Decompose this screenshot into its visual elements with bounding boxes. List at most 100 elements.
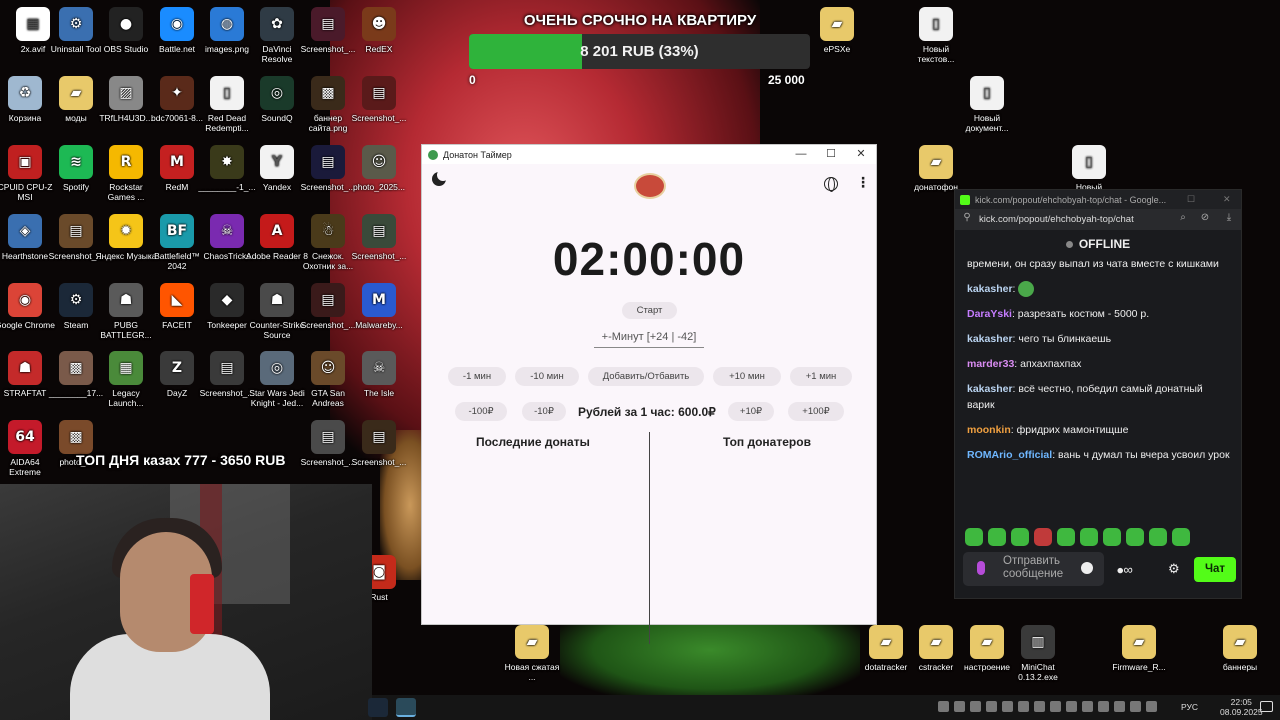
chat-username[interactable]: kakasher: [967, 383, 1013, 395]
more-menu-icon[interactable]: ⋮: [856, 176, 870, 190]
chat-settings-gear-icon[interactable]: ⚙: [1168, 561, 1180, 577]
tray-icon[interactable]: [954, 701, 965, 712]
minus-10-min-button[interactable]: -10 мин: [515, 367, 579, 386]
tray-icon[interactable]: [1018, 701, 1029, 712]
maximize-button[interactable]: ☐: [816, 145, 846, 164]
desktop-icon[interactable]: ▰ Firmware_R...: [1108, 625, 1170, 672]
chat-window-title: kick.com/popout/ehchobyah-top/chat - Goo…: [975, 194, 1167, 205]
tray-icon[interactable]: [1114, 701, 1125, 712]
tray-icon[interactable]: [1002, 701, 1013, 712]
chat-username[interactable]: kakasher: [967, 333, 1013, 345]
emoji-picker-icon[interactable]: [1081, 562, 1093, 574]
desktop-icon[interactable]: ▤ Screenshot_...: [348, 76, 410, 123]
desktop-icon[interactable]: ▤ Screenshot_...: [348, 214, 410, 261]
chat-send-button[interactable]: Чат: [1194, 557, 1236, 582]
notification-icon[interactable]: [1260, 701, 1273, 712]
webcam-microphone: [190, 574, 214, 634]
taskbar-steam-icon[interactable]: [368, 698, 388, 717]
chat-username[interactable]: DaraYski: [967, 308, 1012, 320]
language-indicator[interactable]: РУС: [1181, 702, 1198, 712]
taskbar-timer-app-icon[interactable]: [396, 698, 416, 717]
tray-icon[interactable]: [1034, 701, 1045, 712]
tray-icon[interactable]: [986, 701, 997, 712]
chat-window-titlebar[interactable]: kick.com/popout/ehchobyah-top/chat - Goo…: [955, 190, 1241, 209]
chat-message: marder33: апхахпахпах: [967, 356, 1233, 372]
plus-100-rub-button[interactable]: +100₽: [788, 402, 844, 421]
desktop-icon-image: ☠: [210, 214, 244, 248]
chat-close-button[interactable]: ✕: [1223, 194, 1231, 205]
desktop-icon[interactable]: ▤ Screenshot_...: [348, 420, 410, 467]
zoom-icon[interactable]: ⌕: [1177, 212, 1189, 224]
chat-username[interactable]: marder33: [967, 358, 1014, 370]
desktop-icon[interactable]: ▥ MiniChat 0.13.2.exe: [1007, 625, 1069, 682]
theme-moon-icon[interactable]: [432, 169, 449, 186]
emote-icon[interactable]: [1080, 528, 1098, 546]
status-dot-icon: [1065, 240, 1073, 248]
tray-icon[interactable]: [1130, 701, 1141, 712]
desktop-icon-image: ▤: [59, 214, 93, 248]
chat-maximize-button[interactable]: ☐: [1187, 194, 1195, 205]
minus-1-min-button[interactable]: -1 мин: [448, 367, 506, 386]
start-button[interactable]: Старт: [622, 302, 677, 319]
webcam-overlay: [0, 484, 372, 720]
emote-menu-icon[interactable]: ⦁∞: [1117, 562, 1133, 578]
chat-message: DaraYski: разрезать костюм - 5000 р.: [967, 306, 1233, 322]
goal-min-label: 0: [469, 73, 476, 87]
chat-message-input[interactable]: Отправить сообщение: [963, 552, 1104, 586]
emote-icon[interactable]: [1034, 528, 1052, 546]
taskbar-clock[interactable]: 22:05 08.09.2025: [1220, 697, 1263, 717]
tray-icon[interactable]: [1050, 701, 1061, 712]
goal-title: ОЧЕНЬ СРОЧНО НА КВАРТИРУ: [523, 12, 757, 29]
emote-icon[interactable]: [1172, 528, 1190, 546]
emote-icon[interactable]: [988, 528, 1006, 546]
plus-1-min-button[interactable]: +1 мин: [790, 367, 852, 386]
emote-icon[interactable]: [1011, 528, 1029, 546]
desktop-icon[interactable]: ▰ ePSXe: [806, 7, 868, 54]
desktop-icon[interactable]: ▯ Новый: [1058, 145, 1120, 192]
chat-message: времени, он сразу выпал из чата вместе с…: [967, 256, 1233, 272]
emote-icon[interactable]: [965, 528, 983, 546]
desktop-icon-image: ▰: [515, 625, 549, 659]
site-info-icon[interactable]: ⚲: [961, 212, 973, 224]
desktop-icon-image: ◍: [210, 7, 244, 41]
hide-icon[interactable]: ⊘: [1199, 212, 1211, 224]
tray-icon[interactable]: [970, 701, 981, 712]
desktop-icon[interactable]: ▰ Новая сжатая ...: [501, 625, 563, 682]
desktop-icon[interactable]: M Malwareby...: [348, 283, 410, 330]
minus-100-rub-button[interactable]: -100₽: [455, 402, 507, 421]
desktop-icon[interactable]: ▰ донатофон: [905, 145, 967, 192]
desktop-icon[interactable]: ▯ Новый документ...: [956, 76, 1018, 133]
emote-icon[interactable]: [1149, 528, 1167, 546]
tray-icon[interactable]: [1082, 701, 1093, 712]
timer-window-titlebar[interactable]: Донатон Таймер — ☐ ✕: [422, 145, 876, 164]
desktop-icon-image: ☠: [362, 351, 396, 385]
chat-address-bar[interactable]: ⚲ kick.com/popout/ehchobyah-top/chat ⌕ ⊘…: [955, 209, 1241, 230]
tray-icon[interactable]: [1098, 701, 1109, 712]
plus-10-rub-button[interactable]: +10₽: [728, 402, 774, 421]
microphone-icon[interactable]: [977, 561, 985, 575]
desktop-icon[interactable]: ▯ Новый текстов...: [905, 7, 967, 64]
tray-icon[interactable]: [938, 701, 949, 712]
desktop-icon[interactable]: ☺ photo_2025...: [348, 145, 410, 192]
language-globe-icon[interactable]: [824, 177, 838, 192]
close-button[interactable]: ✕: [846, 145, 876, 164]
desktop-icon[interactable]: ☻ RedEX: [348, 7, 410, 54]
timer-app-icon: [428, 149, 438, 160]
desktop-icon-image: ✿: [260, 7, 294, 41]
desktop-icon[interactable]: ☠ The Isle: [348, 351, 410, 398]
minimize-button[interactable]: —: [786, 145, 816, 164]
download-icon[interactable]: ⤓: [1223, 212, 1235, 224]
chat-username[interactable]: kakasher: [967, 283, 1013, 295]
plus-10-min-button[interactable]: +10 мин: [713, 367, 781, 386]
minus-10-rub-button[interactable]: -10₽: [522, 402, 566, 421]
emote-icon[interactable]: [1126, 528, 1144, 546]
emote-bar: [965, 528, 1190, 546]
tray-icon[interactable]: [1146, 701, 1157, 712]
add-subtract-button[interactable]: Добавить/Отбавить: [588, 367, 704, 386]
emote-icon[interactable]: [1103, 528, 1121, 546]
emote-icon[interactable]: [1057, 528, 1075, 546]
chat-username[interactable]: ROMArio_official: [967, 449, 1052, 461]
desktop-icon[interactable]: ▰ баннеры: [1209, 625, 1271, 672]
chat-username[interactable]: moonkin: [967, 424, 1011, 436]
tray-icon[interactable]: [1066, 701, 1077, 712]
